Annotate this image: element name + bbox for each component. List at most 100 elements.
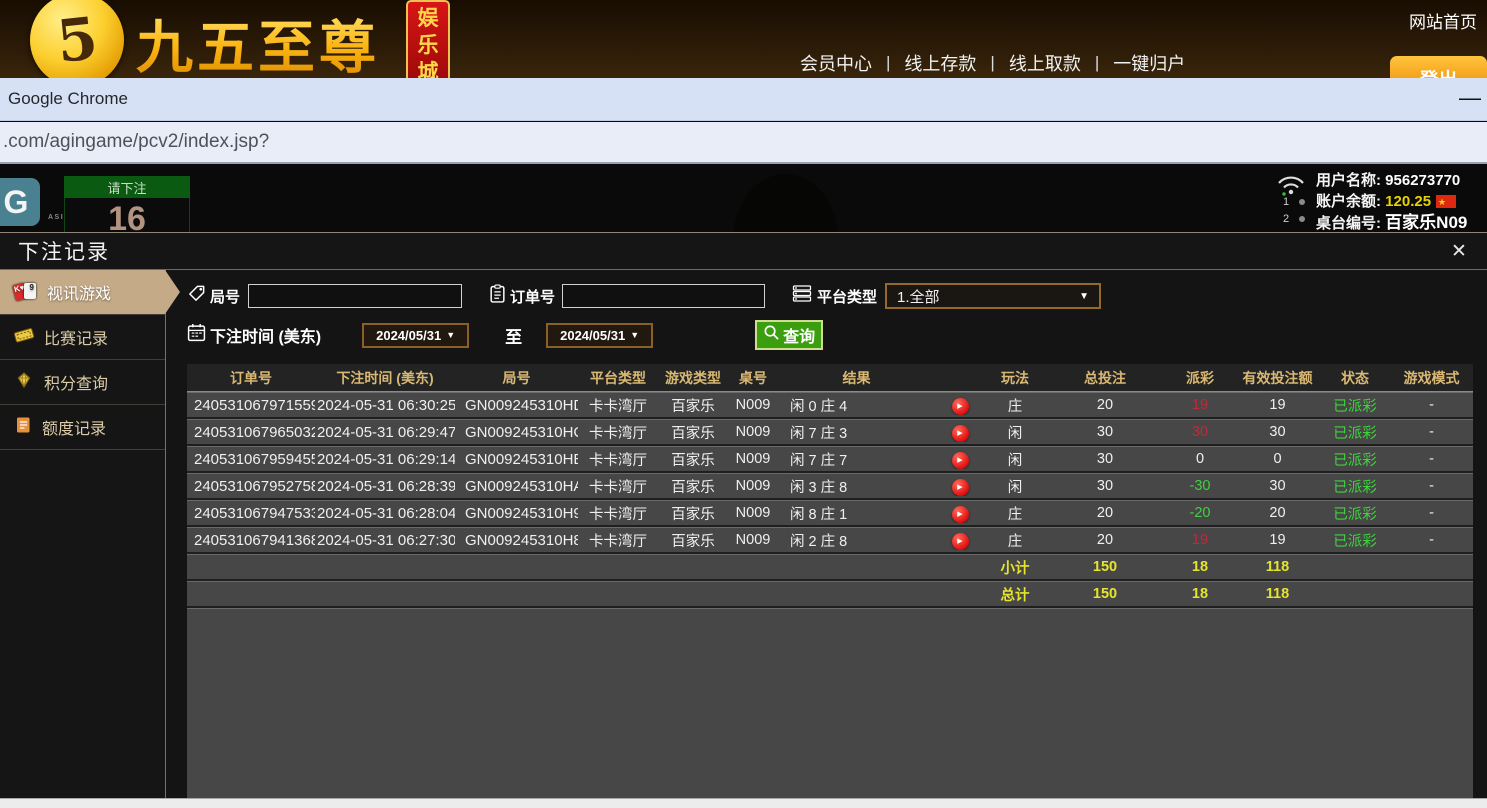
cell-game-type: 百家乐 bbox=[658, 395, 728, 416]
logout-button[interactable]: 登出 bbox=[1390, 56, 1487, 78]
balance-row: 账户余额: 120.25★ bbox=[1316, 191, 1467, 212]
bet-time-label: 下注时间 (美东) bbox=[210, 323, 321, 347]
cell-play-side: 闲 bbox=[985, 449, 1045, 470]
chrome-urlbar[interactable]: .com/agingame/pcv2/index.jsp? bbox=[0, 122, 1487, 164]
col-header: 订单号 bbox=[187, 368, 315, 388]
cell-table-no: N009 bbox=[728, 505, 778, 521]
svg-text:★: ★ bbox=[1438, 197, 1446, 207]
cell-replay: ▶ bbox=[935, 531, 985, 550]
replay-play-icon[interactable]: ▶ bbox=[952, 533, 969, 550]
subtotal-total: 150 bbox=[1045, 559, 1165, 575]
platform-type-label: 平台类型 bbox=[817, 286, 877, 307]
modal-titlebar: 下注记录 ✕ bbox=[0, 233, 1487, 270]
cell-status: 已派彩 bbox=[1320, 476, 1390, 497]
cell-order-no: 240531067941368 bbox=[187, 532, 315, 549]
bet-prompt-label: 请下注 bbox=[64, 176, 190, 198]
round-number-label: 局号 bbox=[210, 286, 240, 307]
cell-play-side: 闲 bbox=[985, 476, 1045, 497]
minimize-button[interactable]: — bbox=[1455, 84, 1485, 114]
sidebar-item-match-records[interactable]: 比赛记录 bbox=[0, 315, 165, 360]
dealer-silhouette bbox=[733, 174, 838, 232]
cell-total-bet: 20 bbox=[1045, 397, 1165, 413]
cell-total-bet: 30 bbox=[1045, 478, 1165, 494]
order-number-input[interactable] bbox=[562, 284, 765, 308]
sidebar-item-video-games[interactable]: K♥ 9 视讯游戏 bbox=[0, 270, 165, 315]
nav-separator: | bbox=[886, 53, 890, 73]
grand-total-label: 总计 bbox=[985, 584, 1045, 605]
cell-order-no: 240531067952758 bbox=[187, 478, 315, 495]
cell-platform: 卡卡湾厅 bbox=[578, 395, 658, 416]
table-row-info: 桌台编号: 百家乐N09 bbox=[1316, 212, 1467, 232]
cell-bet-time: 2024-05-31 06:28:04 bbox=[315, 505, 455, 522]
playing-cards-icon: K♥ 9 bbox=[13, 282, 38, 302]
cell-valid-bet: 19 bbox=[1235, 532, 1320, 548]
url-text[interactable]: .com/agingame/pcv2/index.jsp? bbox=[3, 131, 269, 153]
diamond-icon bbox=[13, 370, 35, 395]
modal-title: 下注记录 bbox=[18, 236, 110, 266]
cell-replay: ▶ bbox=[935, 504, 985, 523]
date-to-picker[interactable]: 2024/05/31 ▼ bbox=[546, 323, 653, 348]
col-header: 局号 bbox=[455, 368, 578, 388]
sidebar-item-points-query[interactable]: 积分查询 bbox=[0, 360, 165, 405]
cell-status: 已派彩 bbox=[1320, 422, 1390, 443]
cell-total-bet: 20 bbox=[1045, 505, 1165, 521]
replay-play-icon[interactable]: ▶ bbox=[952, 452, 969, 469]
table-row: 240531067971559 2024-05-31 06:30:25 GN00… bbox=[187, 392, 1473, 419]
table-row: 240531067959455 2024-05-31 06:29:14 GN00… bbox=[187, 446, 1473, 473]
col-header: 平台类型 bbox=[578, 368, 658, 388]
nav-member-center[interactable]: 会员中心 bbox=[800, 50, 872, 76]
date-from-picker[interactable]: 2024/05/31 ▼ bbox=[362, 323, 469, 348]
china-flag-icon: ★ bbox=[1436, 195, 1456, 208]
nav-one-key-transfer[interactable]: 一键归户 bbox=[1113, 50, 1185, 76]
nav-withdraw[interactable]: 线上取款 bbox=[1009, 50, 1081, 76]
table-row: 240531067947533 2024-05-31 06:28:04 GN00… bbox=[187, 500, 1473, 527]
tag-icon bbox=[187, 284, 206, 308]
sidebar-item-label: 积分查询 bbox=[44, 370, 108, 394]
bet-records-table: 订单号 下注时间 (美东) 局号 平台类型 游戏类型 桌号 结果 玩法 总投注 … bbox=[187, 364, 1473, 798]
date-from-value: 2024/05/31 bbox=[376, 328, 441, 343]
cell-bet-time: 2024-05-31 06:29:47 bbox=[315, 424, 455, 441]
cell-table-no: N009 bbox=[728, 532, 778, 548]
platform-icon bbox=[792, 284, 812, 308]
platform-type-select[interactable]: 1.全部 ▼ bbox=[885, 283, 1101, 309]
sidebar-item-label: 比赛记录 bbox=[44, 325, 108, 349]
replay-play-icon[interactable]: ▶ bbox=[952, 479, 969, 496]
cell-round-no: GN009245310H9 bbox=[455, 505, 578, 522]
platform-selected-value: 1.全部 bbox=[897, 286, 940, 307]
cell-replay: ▶ bbox=[935, 396, 985, 415]
cell-total-bet: 30 bbox=[1045, 424, 1165, 440]
cell-game-mode: - bbox=[1390, 478, 1473, 494]
table-row: 240531067965032 2024-05-31 06:29:47 GN00… bbox=[187, 419, 1473, 446]
cell-platform: 卡卡湾厅 bbox=[578, 476, 658, 497]
user-name-row: 用户名称: 956273770 bbox=[1316, 170, 1467, 191]
grand-total-valid: 118 bbox=[1235, 586, 1320, 602]
nav-deposit[interactable]: 线上存款 bbox=[904, 50, 976, 76]
col-header: 派彩 bbox=[1165, 368, 1235, 388]
replay-play-icon[interactable]: ▶ bbox=[952, 425, 969, 442]
round-number-input[interactable] bbox=[248, 284, 462, 308]
replay-play-icon[interactable]: ▶ bbox=[952, 398, 969, 415]
cell-order-no: 240531067971559 bbox=[187, 397, 315, 414]
cell-table-no: N009 bbox=[728, 424, 778, 440]
cell-status: 已派彩 bbox=[1320, 530, 1390, 551]
home-link[interactable]: 网站首页 bbox=[1409, 8, 1477, 33]
sidebar-item-quota-records[interactable]: 额度记录 bbox=[0, 405, 165, 450]
cell-platform: 卡卡湾厅 bbox=[578, 422, 658, 443]
cell-result: 闲 8 庄 1 bbox=[778, 503, 935, 524]
col-header: 玩法 bbox=[985, 368, 1045, 388]
cell-result: 闲 7 庄 3 bbox=[778, 422, 935, 443]
search-button-label: 查询 bbox=[783, 323, 815, 347]
cell-game-type: 百家乐 bbox=[658, 422, 728, 443]
cell-valid-bet: 0 bbox=[1235, 451, 1320, 467]
countdown-value: 16 bbox=[64, 198, 190, 232]
cell-total-bet: 30 bbox=[1045, 451, 1165, 467]
sidebar-item-label: 视讯游戏 bbox=[47, 280, 111, 304]
site-logo-text: 九五至尊 bbox=[136, 2, 380, 78]
cell-table-no: N009 bbox=[728, 397, 778, 413]
col-header: 桌号 bbox=[728, 368, 778, 388]
close-icon[interactable]: ✕ bbox=[1447, 240, 1471, 264]
search-button[interactable]: 查询 bbox=[755, 320, 823, 350]
replay-play-icon[interactable]: ▶ bbox=[952, 506, 969, 523]
document-icon bbox=[13, 415, 33, 440]
modal-sidebar: K♥ 9 视讯游戏 比赛记录 积分查询 额度记录 bbox=[0, 270, 166, 798]
